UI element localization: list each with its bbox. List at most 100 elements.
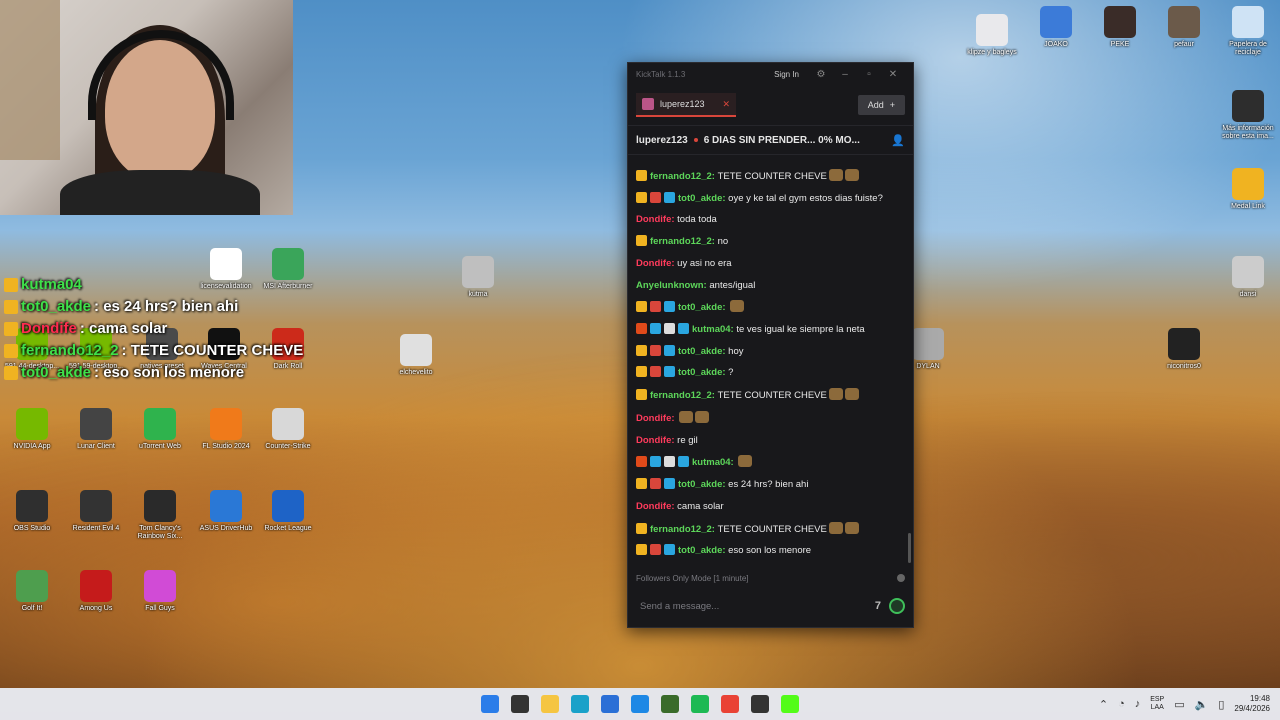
mic-icon[interactable]: ♪: [1135, 698, 1141, 710]
info-icon[interactable]: [897, 574, 905, 582]
message-username[interactable]: Anyelunknown:: [636, 280, 709, 291]
avatar: [642, 98, 654, 110]
message-username[interactable]: kutma04:: [692, 324, 736, 335]
settings-icon[interactable]: ⚙: [809, 69, 833, 80]
chat-message[interactable]: fernando12_2: TETE COUNTER CHEVE: [636, 169, 905, 185]
outlook-icon[interactable]: [631, 695, 649, 713]
message-username[interactable]: tot0_akde:: [678, 479, 728, 490]
app-icon: [912, 328, 944, 360]
desktop-icon[interactable]: ASUS DriverHub: [196, 490, 256, 533]
desktop-icon[interactable]: Papelera de reciclaje: [1218, 6, 1278, 56]
message-username[interactable]: tot0_akde:: [678, 302, 728, 313]
start-icon[interactable]: [481, 695, 499, 713]
chevron-up-icon[interactable]: ⌃: [1099, 698, 1108, 711]
chat-message[interactable]: tot0_akde: oye y ke tal el gym estos dia…: [636, 191, 905, 207]
app-dark-icon[interactable]: [751, 695, 769, 713]
volume-icon[interactable]: 🔈: [1195, 698, 1209, 711]
kick-emote-icon[interactable]: [889, 598, 905, 614]
desktop-icon[interactable]: uTorrent Web: [130, 408, 190, 451]
chrome-icon[interactable]: [721, 695, 739, 713]
chat-message[interactable]: fernando12_2: TETE COUNTER CHEVE: [636, 521, 905, 538]
desktop-icon[interactable]: Golf It!: [2, 570, 62, 613]
chat-message[interactable]: tot0_akde: hoy: [636, 344, 905, 360]
user-icon[interactable]: 👤: [891, 134, 905, 147]
desktop-icon[interactable]: Medal Link: [1218, 168, 1278, 211]
desktop-icon[interactable]: niconitros0: [1154, 328, 1214, 371]
tab-luperez123[interactable]: luperez123 ✕: [636, 93, 736, 117]
chat-message[interactable]: tot0_akde: es 24 hrs? bien ahi: [636, 478, 905, 493]
message-username[interactable]: Dondife:: [636, 258, 677, 269]
chat-message[interactable]: tot0_akde:: [636, 300, 905, 316]
desktop-icon[interactable]: kutma: [448, 256, 508, 299]
chat-message[interactable]: kutma04: te ves igual ke siempre la neta: [636, 323, 905, 338]
desktop-icon[interactable]: elchevelito: [386, 334, 446, 377]
message-username[interactable]: fernando12_2:: [650, 390, 718, 401]
message-username[interactable]: tot0_akde:: [678, 193, 728, 204]
desktop-icon-label: Fall Guys: [145, 605, 175, 612]
close-tab-icon[interactable]: ✕: [722, 99, 730, 110]
file-explorer-icon[interactable]: [541, 695, 559, 713]
message-username[interactable]: Dondife:: [636, 214, 677, 225]
desktop-icon[interactable]: Fall Guys: [130, 570, 190, 613]
message-username[interactable]: Dondife:: [636, 413, 677, 424]
battery-icon[interactable]: ▯: [1218, 698, 1224, 711]
desktop-icon[interactable]: JOAKO: [1026, 6, 1086, 49]
chat-message[interactable]: Dondife: re gil: [636, 434, 905, 449]
chat-message[interactable]: tot0_akde: eso son los menore: [636, 544, 905, 559]
language-indicator[interactable]: ESP LAA: [1150, 696, 1164, 713]
desktop-icon[interactable]: Más información sobre esta ima...: [1218, 90, 1278, 140]
message-input[interactable]: Send a message...: [640, 601, 719, 612]
message-username[interactable]: Dondife:: [636, 435, 677, 446]
wifi-icon[interactable]: ▭: [1174, 698, 1184, 711]
chat-message[interactable]: fernando12_2: TETE COUNTER CHEVE: [636, 388, 905, 404]
message-username[interactable]: fernando12_2:: [650, 524, 718, 535]
clock[interactable]: 19:48 29/4/2026: [1234, 694, 1270, 714]
search-icon[interactable]: [511, 695, 529, 713]
edge-icon[interactable]: [571, 695, 589, 713]
message-input-bar[interactable]: Send a message... 7: [628, 591, 913, 621]
desktop-icon[interactable]: OBS Studio: [2, 490, 62, 533]
maximize-icon[interactable]: ▫: [857, 69, 881, 80]
chat-message[interactable]: Anyelunknown: antes/igual: [636, 279, 905, 294]
add-channel-button[interactable]: Add +: [857, 95, 905, 115]
desktop-icon[interactable]: PEKE: [1090, 6, 1150, 49]
desktop-icon[interactable]: Rocket League: [258, 490, 318, 533]
desktop-icon[interactable]: FL Studio 2024: [196, 408, 256, 451]
scrollbar[interactable]: [908, 533, 911, 563]
kick-icon[interactable]: [781, 695, 799, 713]
sign-in-button[interactable]: Sign In: [774, 70, 799, 79]
desktop-icon[interactable]: klipze y bagleys: [962, 14, 1022, 57]
chat-message[interactable]: Dondife: cama solar: [636, 500, 905, 515]
desktop-icon[interactable]: Lunar Client: [66, 408, 126, 451]
chat-message[interactable]: Dondife: toda toda: [636, 213, 905, 228]
chat-message[interactable]: Dondife: uy asi no era: [636, 257, 905, 272]
close-icon[interactable]: ✕: [881, 69, 905, 80]
chat-message[interactable]: kutma04:: [636, 455, 905, 471]
message-username[interactable]: fernando12_2:: [650, 171, 718, 182]
message-username[interactable]: fernando12_2:: [650, 236, 718, 247]
app-green-icon[interactable]: [661, 695, 679, 713]
desktop-icon[interactable]: NVIDIA App: [2, 408, 62, 451]
desktop-icon[interactable]: pefaur: [1154, 6, 1214, 49]
desktop-icon[interactable]: Tom Clancy's Rainbow Six...: [130, 490, 190, 540]
chat-messages[interactable]: fernando12_2: TETE COUNTER CHEVE tot0_akd…: [628, 166, 913, 571]
seven-tv-icon[interactable]: 7: [875, 600, 881, 612]
minimize-icon[interactable]: –: [833, 69, 857, 80]
chat-message[interactable]: Dondife:: [636, 410, 905, 427]
desktop-icon[interactable]: Counter-Strike: [258, 408, 318, 451]
network-icon[interactable]: ◔: [1118, 698, 1125, 710]
chat-message[interactable]: tot0_akde: ?: [636, 366, 905, 381]
desktop-icon[interactable]: dansi: [1218, 256, 1278, 299]
desktop-icon-label: Counter-Strike: [265, 443, 311, 450]
message-username[interactable]: tot0_akde:: [678, 545, 728, 556]
store-icon[interactable]: [601, 695, 619, 713]
chat-message[interactable]: fernando12_2: no: [636, 235, 905, 250]
spotify-icon[interactable]: [691, 695, 709, 713]
desktop-icon[interactable]: Among Us: [66, 570, 126, 613]
desktop-icon[interactable]: Resident Evil 4: [66, 490, 126, 533]
message-username[interactable]: tot0_akde:: [678, 367, 728, 378]
app-icon: [80, 570, 112, 602]
message-username[interactable]: kutma04:: [692, 457, 736, 468]
message-username[interactable]: Dondife:: [636, 501, 677, 512]
message-username[interactable]: tot0_akde:: [678, 346, 728, 357]
